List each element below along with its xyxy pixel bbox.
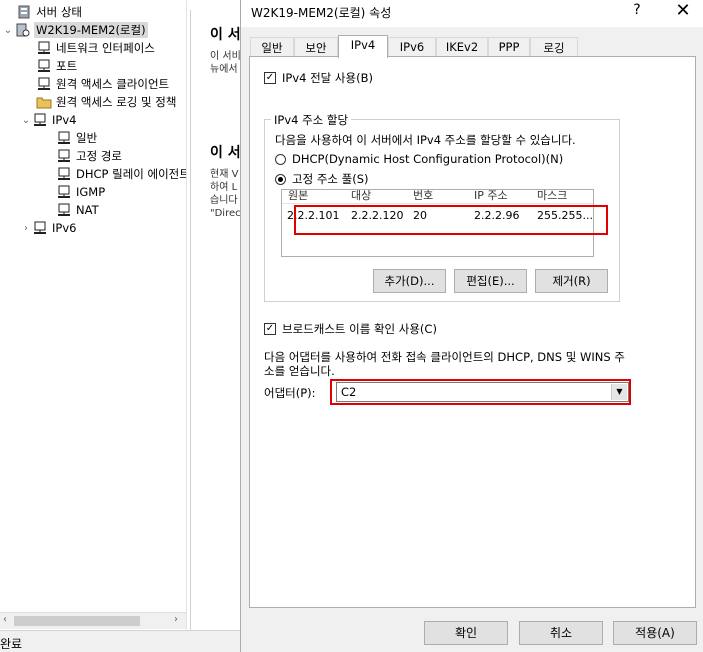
tree-item-server[interactable]: ⌄ W2K19-MEM2(로컬) — [2, 21, 148, 39]
apply-button[interactable]: 적용(A) — [613, 621, 697, 645]
network-node-icon — [32, 113, 48, 127]
content-text: 하여 L — [210, 182, 238, 193]
tree-item-server-status[interactable]: 서버 상태 — [16, 3, 82, 21]
network-node-icon — [56, 185, 72, 199]
tree-item-network-interfaces[interactable]: 네트워크 인터페이스 — [36, 39, 155, 57]
network-node-icon — [36, 41, 52, 55]
dhcp-radio[interactable]: DHCP(Dynamic Host Configuration Protocol… — [275, 152, 563, 166]
broadcast-name-resolution-checkbox[interactable]: ✓ 브로드캐스트 이름 확인 사용(C) — [264, 321, 437, 337]
help-button[interactable]: ? — [629, 2, 645, 18]
dhcp-radio-label: DHCP(Dynamic Host Configuration Protocol… — [292, 152, 564, 166]
tab-ppp[interactable]: PPP — [488, 37, 530, 57]
expand-icon[interactable]: ⌄ — [20, 115, 32, 126]
tree-item-remote-clients[interactable]: 원격 액세스 클라이언트 — [36, 75, 169, 93]
static-pool-radio-label: 고정 주소 풀(S) — [292, 172, 369, 186]
static-pool-radio[interactable]: 고정 주소 풀(S) — [275, 171, 368, 187]
edit-button[interactable]: 편집(E)... — [454, 269, 527, 293]
add-button[interactable]: 추가(D)... — [373, 269, 446, 293]
tab-ipv6[interactable]: IPv6 — [388, 37, 436, 57]
scroll-left-icon[interactable]: ‹ — [3, 614, 7, 625]
folder-icon — [36, 95, 52, 109]
tab-security[interactable]: 보안 — [294, 37, 338, 57]
tab-logging[interactable]: 로깅 — [530, 37, 578, 57]
network-node-icon — [56, 131, 72, 145]
dialog-title: W2K19-MEM2(로컬) 속성 — [251, 6, 392, 20]
cancel-button[interactable]: 취소 — [519, 621, 603, 645]
content-text: 이 서비 — [210, 51, 241, 62]
tree-item-ports[interactable]: 포트 — [36, 57, 77, 75]
column-header[interactable]: 마스크 — [537, 190, 567, 203]
column-header[interactable]: 원본 — [288, 190, 308, 203]
highlight-box — [294, 205, 608, 235]
group-legend: IPv4 주소 할당 — [271, 112, 352, 128]
server-icon — [14, 23, 30, 37]
tree-item-ipv4[interactable]: ⌄ IPv4 — [20, 111, 77, 129]
expand-icon[interactable]: › — [20, 223, 32, 234]
tree-item-general[interactable]: 일반 — [56, 129, 97, 147]
tab-general[interactable]: 일반 — [250, 37, 294, 57]
column-header[interactable]: 대상 — [351, 190, 371, 203]
ok-button[interactable]: 확인 — [424, 621, 508, 645]
tree-item-ipv6[interactable]: › IPv6 — [20, 219, 76, 237]
scrollbar-thumb[interactable] — [14, 616, 140, 626]
network-node-icon — [32, 221, 48, 235]
ipv4-forwarding-label: IPv4 전달 사용(B) — [282, 71, 373, 85]
content-text: 현재 V — [210, 169, 239, 180]
network-node-icon — [56, 203, 72, 217]
checkbox-checked-icon: ✓ — [264, 323, 276, 335]
remove-button[interactable]: 제거(R) — [535, 269, 608, 293]
tree-item-nat[interactable]: NAT — [56, 201, 99, 219]
status-text: 완료 — [0, 637, 23, 651]
radio-unselected-icon — [275, 153, 286, 165]
tree-item-logging-policies[interactable]: 원격 액세스 로깅 및 정책 — [36, 93, 176, 111]
scroll-right-icon[interactable]: › — [174, 614, 178, 625]
server-status-icon — [16, 5, 32, 19]
network-node-icon — [36, 59, 52, 73]
content-text: 습니다 — [210, 195, 238, 206]
network-node-icon — [56, 167, 72, 181]
content-text: 뉴에서 — [210, 64, 238, 75]
content-heading: 이 서 — [210, 145, 241, 161]
properties-dialog: W2K19-MEM2(로컬) 속성 ? ✕ 일반 보안 IPv4 IPv6 IK… — [240, 0, 703, 652]
tree-item-igmp[interactable]: IGMP — [56, 183, 105, 201]
ipv4-tab-page: ✓ IPv4 전달 사용(B) IPv4 주소 할당 다음을 사용하여 이 서버… — [249, 56, 696, 608]
close-button[interactable]: ✕ — [673, 0, 693, 21]
tab-ipv4[interactable]: IPv4 — [338, 35, 388, 58]
console-tree: 서버 상태 ⌄ W2K19-MEM2(로컬) 네트워크 인터페이스 포트 원격 … — [0, 0, 187, 630]
adapter-description: 소를 얻습니다. — [264, 364, 335, 378]
expand-icon[interactable]: ⌄ — [2, 25, 14, 36]
network-node-icon — [56, 149, 72, 163]
checkbox-checked-icon: ✓ — [264, 72, 276, 84]
group-description: 다음을 사용하여 이 서버에서 IPv4 주소를 할당할 수 있습니다. — [275, 133, 576, 147]
list-header: 원본 대상 번호 IP 주소 마스크 — [282, 190, 593, 204]
column-header[interactable]: 번호 — [413, 190, 433, 203]
highlight-box — [330, 379, 631, 405]
radio-selected-icon — [275, 173, 286, 185]
dialog-titlebar[interactable]: W2K19-MEM2(로컬) 속성 ? ✕ — [241, 0, 703, 27]
ipv4-forwarding-checkbox[interactable]: ✓ IPv4 전달 사용(B) — [264, 70, 373, 86]
column-header[interactable]: IP 주소 — [474, 190, 508, 203]
content-heading: 이 서 — [210, 27, 241, 43]
network-node-icon — [36, 77, 52, 91]
broadcast-label: 브로드캐스트 이름 확인 사용(C) — [282, 322, 437, 336]
tab-ikev2[interactable]: IKEv2 — [436, 37, 488, 57]
tree-item-static-routes[interactable]: 고정 경로 — [56, 147, 122, 165]
tree-item-dhcp-relay[interactable]: DHCP 릴레이 에이전트 — [56, 165, 186, 183]
horizontal-scrollbar[interactable]: ‹ › — [0, 612, 186, 629]
adapter-label: 어댑터(P): — [264, 386, 316, 400]
